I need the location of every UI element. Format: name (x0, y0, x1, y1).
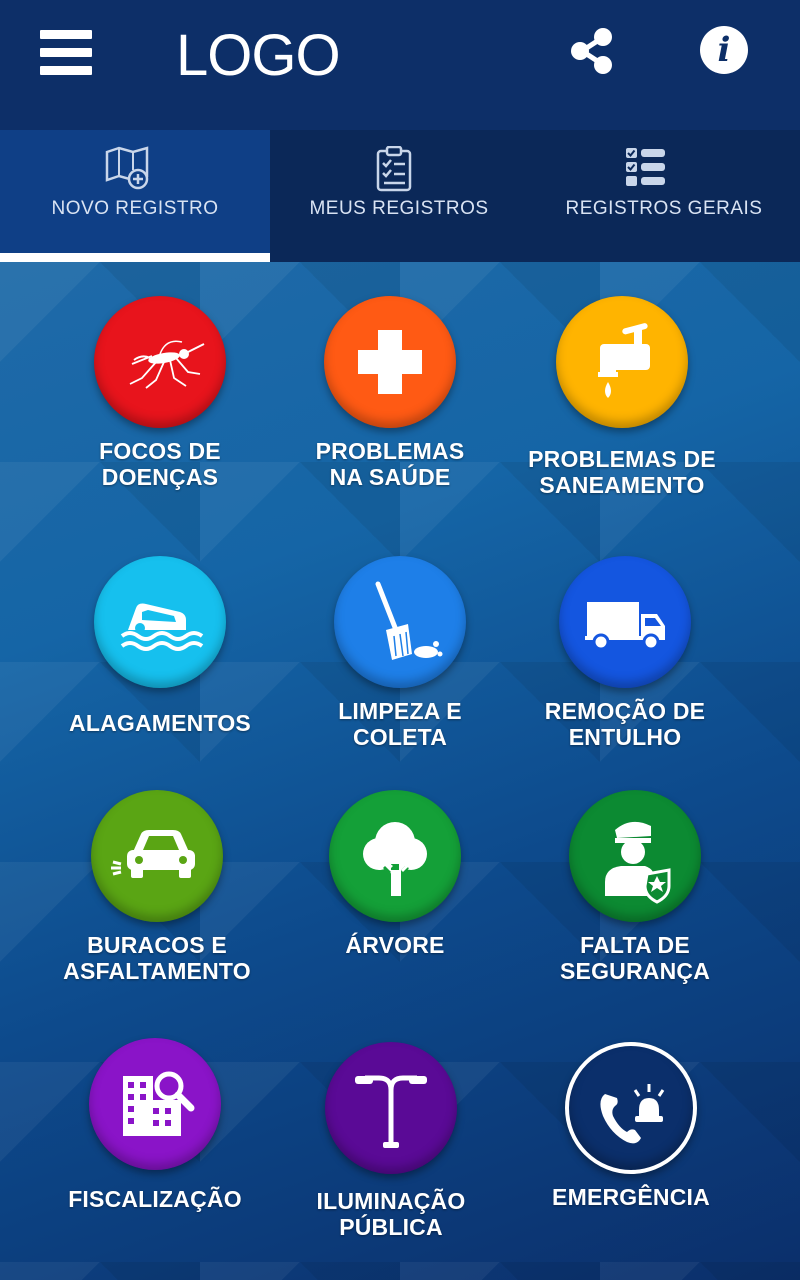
category-label: FOCOS DE DOENÇAS (99, 438, 221, 490)
tree-icon (363, 822, 427, 896)
street-lamp-icon (355, 1075, 427, 1148)
tab-bar: NOVO REGISTRO MEUS REGISTROS REGISTROS G… (0, 130, 800, 262)
category-emergencia[interactable]: EMERGÊNCIA (511, 1042, 751, 1210)
category-iluminacao-publica[interactable]: ILUMINAÇÃO PÚBLICA (271, 1042, 511, 1240)
tab-label: REGISTROS GERAIS (565, 198, 763, 219)
category-label: EMERGÊNCIA (552, 1184, 710, 1210)
medical-cross-icon (358, 330, 422, 394)
category-buracos-e-asfaltamento[interactable]: BURACOS E ASFALTAMENTO (37, 790, 277, 984)
broom-icon (375, 581, 443, 660)
category-problemas-na-saude[interactable]: PROBLEMAS NA SAÚDE (270, 296, 510, 490)
buildings-search-icon (123, 1071, 195, 1136)
active-tab-indicator (0, 253, 270, 262)
share-icon[interactable] (568, 26, 616, 76)
category-remocao-de-entulho[interactable]: REMOÇÃO DE ENTULHO (505, 556, 745, 750)
category-label: BURACOS E ASFALTAMENTO (63, 932, 251, 984)
category-label: PROBLEMAS NA SAÚDE (315, 438, 465, 490)
category-circle (569, 790, 701, 922)
emergency-phone-siren-icon (600, 1084, 665, 1144)
flooded-car-icon (120, 603, 204, 651)
tab-label: MEUS REGISTROS (309, 198, 489, 219)
category-limpeza-e-coleta[interactable]: LIMPEZA E COLETA (280, 556, 520, 750)
category-focos-de-doencas[interactable]: FOCOS DE DOENÇAS (40, 296, 280, 490)
category-circle (334, 556, 466, 688)
app-header: LOGO i (0, 0, 800, 130)
category-label: FALTA DE SEGURANÇA (559, 932, 711, 984)
category-circle (329, 790, 461, 922)
category-label: FISCALIZAÇÃO (68, 1186, 242, 1212)
category-circle (556, 296, 688, 428)
category-label: ÁRVORE (345, 932, 445, 958)
checklist-icon (626, 148, 665, 186)
category-circle (559, 556, 691, 688)
category-label: PROBLEMAS DE SANEAMENTO (528, 446, 716, 498)
map-add-icon (105, 146, 149, 190)
car-pothole-icon (111, 830, 195, 878)
category-circle (325, 1042, 457, 1174)
tab-registros-gerais[interactable]: REGISTROS GERAIS (528, 130, 800, 262)
category-circle (91, 790, 223, 922)
faucet-drop-icon (598, 323, 650, 398)
tab-meus-registros[interactable]: MEUS REGISTROS (270, 130, 528, 262)
category-label: LIMPEZA E COLETA (338, 698, 462, 750)
tab-label: NOVO REGISTRO (51, 198, 219, 219)
category-problemas-de-saneamento[interactable]: PROBLEMAS DE SANEAMENTO (502, 296, 742, 498)
category-circle (565, 1042, 697, 1174)
category-grid: FOCOS DE DOENÇAS PROBLEMAS NA SAÚDE PROB… (0, 262, 800, 1280)
tab-novo-registro[interactable]: NOVO REGISTRO (0, 130, 270, 262)
category-circle (94, 556, 226, 688)
category-label: ILUMINAÇÃO PÚBLICA (316, 1188, 466, 1240)
category-circle (324, 296, 456, 428)
category-circle (89, 1038, 221, 1170)
police-officer-icon (605, 821, 671, 904)
category-fiscalizacao[interactable]: FISCALIZAÇÃO (35, 1038, 275, 1212)
mosquito-icon (129, 340, 205, 389)
info-icon[interactable]: i (700, 26, 748, 74)
clipboard-checklist-icon (376, 146, 412, 192)
app-logo: LOGO (176, 23, 341, 88)
category-label: REMOÇÃO DE ENTULHO (544, 698, 706, 750)
truck-icon (585, 602, 665, 651)
category-falta-de-seguranca[interactable]: FALTA DE SEGURANÇA (515, 790, 755, 984)
category-circle (94, 296, 226, 428)
category-alagamentos[interactable]: ALAGAMENTOS (40, 556, 280, 736)
hamburger-menu-icon[interactable] (40, 30, 92, 76)
category-label: ALAGAMENTOS (69, 710, 251, 736)
category-arvore[interactable]: ÁRVORE (275, 790, 515, 958)
